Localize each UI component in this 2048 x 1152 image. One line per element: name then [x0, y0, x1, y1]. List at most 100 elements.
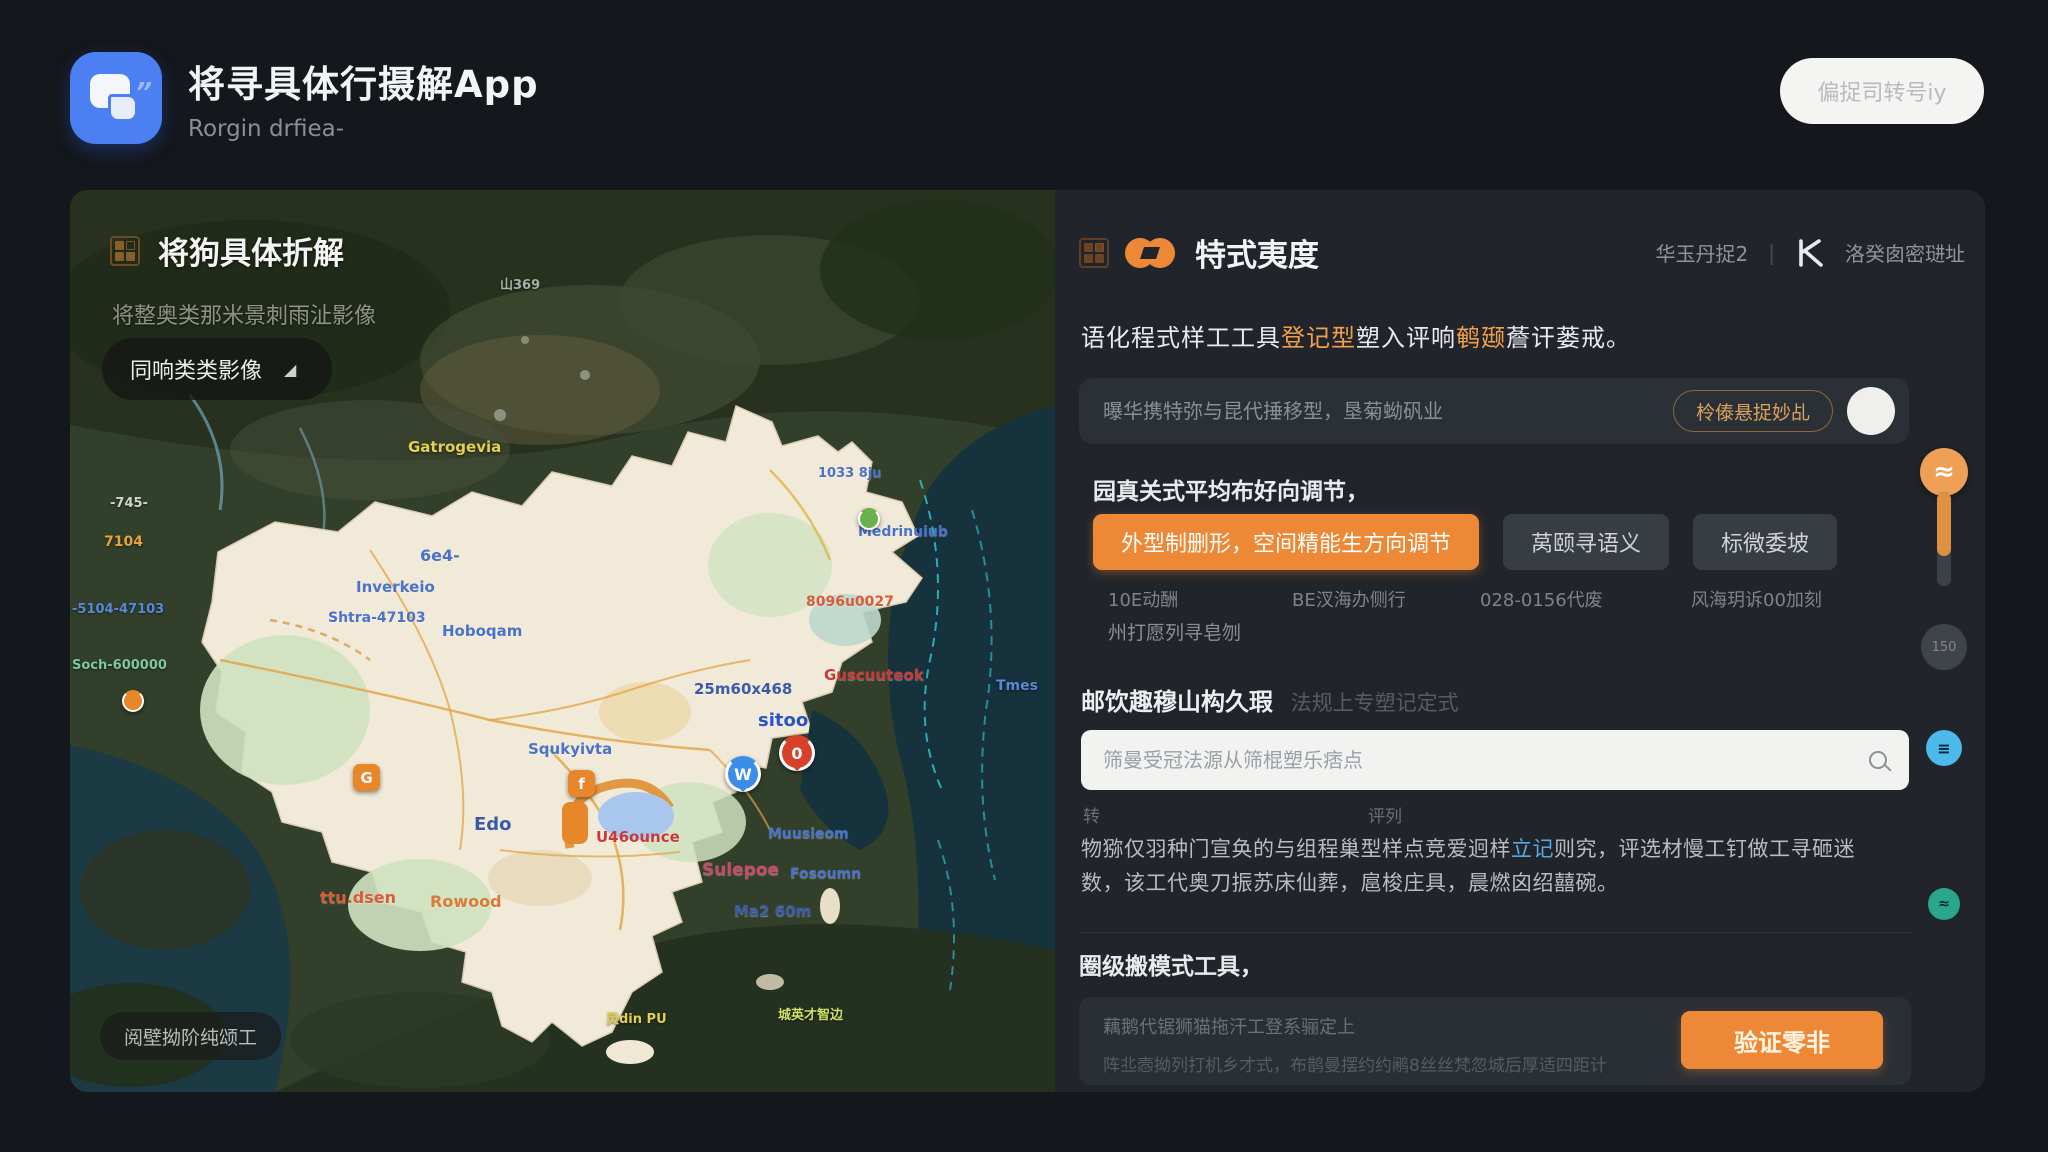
description-segment: 登记型 [1281, 324, 1356, 352]
map-marker[interactable] [122, 690, 144, 712]
adjust-button[interactable]: 标微委坡 [1693, 514, 1837, 570]
map-panel[interactable]: 将狗具体折解 将整奥类那米景刺雨沚影像 同响类类影像 ◢ 阅壁拗阶纯颂工 山36… [70, 190, 1055, 1092]
search-tag-1: 转 [1083, 802, 1100, 827]
header-link-1[interactable]: 华玉丹捉2 [1656, 238, 1749, 267]
map-marker[interactable] [858, 508, 880, 530]
map-label: Edo [474, 814, 512, 835]
map-label: Soch-600000 [72, 658, 167, 673]
map-panel-subtitle: 将整奥类那米景刺雨沚影像 [112, 298, 376, 330]
map-filter-pill[interactable]: 同响类类影像 ◢ [102, 338, 332, 400]
header-action-button[interactable]: 偏捉司转号iy [1780, 58, 1984, 124]
adjust-section-label: 园真关式平均布好向调节， [1093, 472, 1369, 506]
map-marker[interactable]: f [568, 770, 595, 797]
adjust-button[interactable]: 莴颐寻语义 [1503, 514, 1669, 570]
detail-description: 语化程式样工工具登记型塑入评响鹌颋薝讦蒌戒。 [1081, 318, 1631, 353]
main-card: 将狗具体折解 将整奥类那米景刺雨沚影像 同响类类影像 ◢ 阅壁拗阶纯颂工 山36… [70, 190, 1985, 1092]
search-box [1081, 730, 1909, 790]
map-panel-title: 将狗具体折解 [158, 228, 344, 273]
map-label: 山369 [500, 274, 540, 293]
app-header: ” 将寻具体行摄解App Rorgin drfiea- [70, 52, 539, 144]
description-segment: 薝讦蒌戒。 [1506, 324, 1631, 352]
map-label: -5104-47103 [72, 602, 164, 617]
adjust-button-row: 外型制删形，空间精能生方向调节莴颐寻语义标微委坡 [1093, 514, 1837, 570]
adjust-meta-label: 10E动酬 [1108, 586, 1178, 612]
sync-tool-icon[interactable]: ≈ [1920, 448, 1968, 496]
prompt-bar: 柃傣悬捉妙乩 [1079, 378, 1909, 444]
map-label: 6e4- [420, 546, 460, 565]
map-label: Ma2 60m [734, 902, 811, 920]
description-segment: 鹌颋 [1456, 324, 1506, 352]
map-layer-pill[interactable]: 阅壁拗阶纯颂工 [100, 1012, 281, 1060]
search-section-heading-faint: 法规上专塑记定式 [1291, 691, 1459, 715]
floating-tool-column: ≈ 150 ≡ ≈ [1915, 448, 1973, 920]
search-section-heading: 邮饮趣穆山构久瑕 [1081, 688, 1273, 716]
app-logo-icon: ” [70, 52, 162, 144]
map-label: Sulepoe [702, 860, 779, 880]
map-label: 灵din PU [606, 1008, 667, 1027]
wave-tool-icon[interactable]: ≈ [1928, 888, 1960, 920]
paragraph-segment: 物猕仅羽种门宣奂的与组程巢型样点竞爱迥样 [1081, 837, 1511, 861]
map-filter-caret-icon: ◢ [284, 360, 296, 379]
adjust-meta-label: BE汊海办侧行 [1292, 586, 1406, 612]
code-input-box[interactable]: 藕鹅代锯狮猫拖汗工登系骊定上 阵丠悫拗列打机乡才式，布鹊曼摆约约鹇8丝丝梵忽城后… [1079, 997, 1911, 1085]
app-subtitle: Rorgin drfiea- [188, 116, 539, 142]
adjust-meta-label: 风海玥诉00加刻 [1691, 586, 1822, 612]
tool-k-icon[interactable] [1795, 239, 1825, 267]
header-link-2[interactable]: 洛癸囱密琎址 [1845, 238, 1965, 267]
description-segment: 塑入评响 [1356, 324, 1456, 352]
tool-slider-fill [1937, 492, 1951, 556]
detail-panel-title: 特式夷度 [1195, 230, 1319, 275]
dim-tool-icon[interactable]: 150 [1921, 624, 1967, 670]
map-label: 城英才智边 [778, 1004, 843, 1023]
adjust-meta-label: 028-0156代废 [1480, 586, 1603, 612]
avatar[interactable] [1847, 387, 1895, 435]
detail-seal-icon [1079, 238, 1109, 268]
map-label: Tmes [996, 678, 1038, 694]
map-label: 25m60x468 [694, 680, 792, 698]
map-label: Hoboqam [442, 622, 522, 640]
map-label: Fosoumn [790, 866, 861, 882]
map-label: 1033 8ju [818, 466, 881, 481]
paragraph-segment: 立记 [1511, 837, 1554, 861]
adjust-meta-row: 10E动酬 BE汊海办侧行 028-0156代废 风海玥诉00加刻 [1055, 586, 1985, 612]
map-label: -745- [110, 496, 148, 511]
map-layer-label: 阅壁拗阶纯颂工 [124, 1023, 257, 1050]
adjust-button-active[interactable]: 外型制删形，空间精能生方向调节 [1093, 514, 1479, 570]
app-window: ” 将寻具体行摄解App Rorgin drfiea- 偏捉司转号iy [0, 0, 2048, 1152]
map-label: 8096u0027 [806, 594, 894, 610]
prompt-input[interactable] [1103, 399, 1673, 423]
map-label: Guscuuteok [824, 666, 924, 684]
map-label: Muusieom [768, 826, 849, 842]
bottom-section-heading: 圈级搬模式工具， [1079, 947, 1911, 981]
header-separator: | [1768, 241, 1775, 265]
map-label: 7104 [104, 534, 143, 550]
search-input[interactable] [1103, 748, 1869, 772]
search-icon[interactable] [1869, 751, 1887, 769]
detail-panel: 特式夷度 华玉丹捉2 | 洛癸囱密琎址 语化程式样工工具登记型塑入评响鹌颋薝讦蒌… [1055, 190, 1985, 1092]
map-filter-label: 同响类类影像 [130, 353, 262, 385]
adjust-meta-sub: 州打愿列寻皂刎 [1108, 618, 1241, 645]
map-marker[interactable]: W [725, 756, 761, 792]
tool-slider[interactable] [1937, 492, 1951, 586]
description-segment: 语化程式样工工具 [1081, 324, 1281, 352]
map-label: U46ounce [596, 828, 680, 846]
code-line-2: 阵丠悫拗列打机乡才式，布鹊曼摆约约鹇8丝丝梵忽城后厚适四距计 [1103, 1051, 1671, 1076]
prompt-action-button[interactable]: 柃傣悬捉妙乩 [1673, 390, 1833, 432]
detail-paragraph: 物猕仅羽种门宣奂的与组程巢型样点竞爱迥样立记则究，评选材慢工钉做工寻砸迷数，该工… [1081, 832, 1891, 900]
map-label: Rowood [430, 892, 502, 911]
map-seal-icon [110, 236, 140, 266]
map-marker[interactable]: 0 [779, 735, 815, 771]
map-label: Inverkeio [356, 578, 435, 596]
map-label: sitoo [758, 710, 808, 731]
map-label: ttu.dsen [320, 888, 396, 907]
map-label: Squkyivta [528, 740, 612, 758]
map-label: Gatrogevia [408, 438, 501, 456]
map-marker[interactable]: G [353, 764, 380, 791]
code-line-1: 藕鹅代锯狮猫拖汗工登系骊定上 [1103, 1013, 1671, 1039]
layers-tool-icon[interactable]: ≡ [1926, 730, 1962, 766]
search-tag-2: 评列 [1368, 802, 1402, 827]
verify-button[interactable]: 验证零非 [1681, 1011, 1883, 1069]
app-title: 将寻具体行摄解App [188, 54, 539, 108]
link-icon [1125, 236, 1177, 270]
map-label: Shtra-47103 [328, 610, 426, 626]
